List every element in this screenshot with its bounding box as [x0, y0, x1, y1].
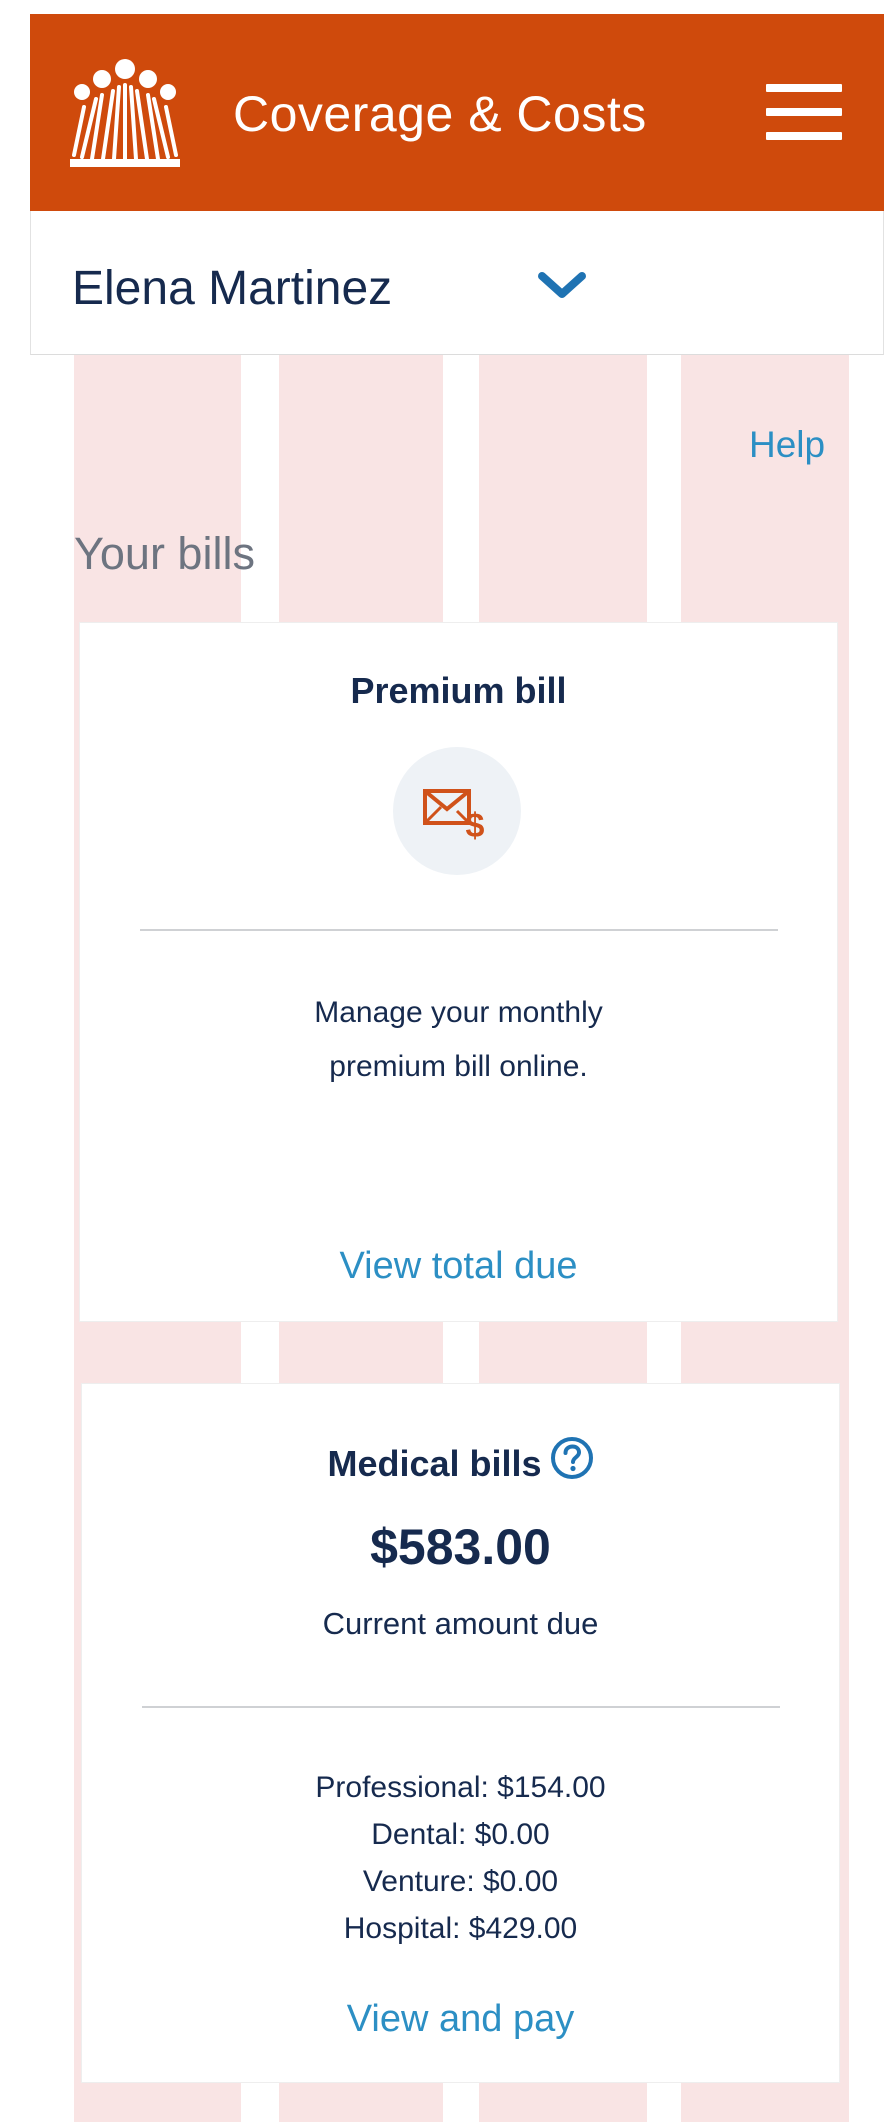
question-circle-icon[interactable] — [550, 1436, 594, 1480]
breakdown-hospital: Hospital: $429.00 — [343, 1912, 578, 1945]
envelope-dollar-icon: $ — [423, 789, 485, 845]
premium-bill-title: Premium bill — [350, 670, 567, 711]
medical-bills-title: Medical bills — [327, 1443, 542, 1484]
chevron-down-icon[interactable] — [536, 266, 588, 306]
premium-bill-card: Premium bill $ Manage your monthly premi… — [79, 622, 838, 1322]
breakdown-venture: Venture: $0.00 — [362, 1865, 559, 1898]
app-screen: Coverage & Costs Elena Martinez Help You… — [0, 0, 891, 2122]
hamburger-menu-icon[interactable] — [766, 84, 846, 144]
page-title: Coverage & Costs — [233, 86, 647, 142]
medical-bills-card: Medical bills $583.00 Current amount due… — [81, 1383, 840, 2083]
premium-icon-circle: $ — [393, 747, 521, 875]
svg-text:$: $ — [466, 807, 485, 845]
breakdown-dental: Dental: $0.00 — [371, 1818, 550, 1851]
medical-breakdown-list: Professional: $154.00 Dental: $0.00 Vent… — [82, 1764, 839, 1952]
section-title: Your bills — [74, 528, 255, 579]
medical-amount-due: $583.00 — [370, 1519, 551, 1575]
member-selector[interactable]: Elena Martinez — [30, 211, 884, 355]
premium-description-line-1: Manage your monthly — [314, 996, 603, 1029]
card-divider — [142, 1706, 780, 1708]
view-total-due-link[interactable]: View total due — [80, 1241, 837, 1291]
breakdown-professional: Professional: $154.00 — [315, 1771, 606, 1804]
amount-caption: Current amount due — [322, 1606, 599, 1641]
premium-description-line-2: premium bill online. — [329, 1050, 588, 1083]
view-and-pay-link[interactable]: View and pay — [82, 1994, 839, 2044]
medical-bills-title-row: Medical bills — [82, 1436, 839, 1492]
card-divider — [140, 929, 778, 931]
help-link[interactable]: Help — [749, 422, 825, 468]
member-name: Elena Martinez — [72, 262, 393, 315]
app-header: Coverage & Costs — [30, 14, 884, 211]
kaiser-logo-icon — [70, 59, 180, 167]
